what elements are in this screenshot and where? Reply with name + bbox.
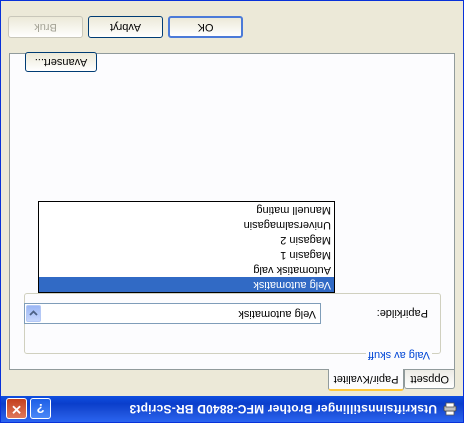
- advanced-button[interactable]: Avansert...: [25, 52, 97, 72]
- list-item[interactable]: Automatisk valg: [39, 262, 334, 277]
- help-button[interactable]: ?: [30, 398, 51, 420]
- printer-icon: [443, 402, 457, 416]
- paper-source-value: Velg automatisk: [238, 308, 316, 320]
- close-button[interactable]: ✕: [6, 398, 27, 420]
- apply-button[interactable]: Bruk: [8, 16, 83, 38]
- tab-oppsett[interactable]: Oppsett: [404, 370, 455, 389]
- tab-strip: Oppsett Papir/Kvalitet: [327, 369, 455, 391]
- paper-source-label: Papirkilde:: [376, 307, 428, 319]
- chevron-down-icon: [29, 310, 38, 317]
- ok-button[interactable]: OK: [168, 16, 243, 38]
- list-item[interactable]: Magasin 1: [39, 247, 334, 262]
- tab-papir-kvalitet[interactable]: Papir/Kvalitet: [327, 369, 405, 391]
- paper-source-select[interactable]: Velg automatisk: [24, 303, 321, 324]
- title-bar[interactable]: Utskriftsinnstillinger Brother MFC-8840D…: [1, 396, 463, 422]
- print-preferences-dialog: Utskriftsinnstillinger Brother MFC-8840D…: [0, 0, 464, 423]
- list-item[interactable]: Universalmagasin: [39, 217, 334, 232]
- list-item[interactable]: Manuell mating: [39, 202, 334, 217]
- tray-selection-group: Valg av skuff Papirkilde: Velg automatis…: [24, 293, 441, 361]
- cancel-button[interactable]: Avbryt: [88, 16, 163, 38]
- combo-dropdown-button[interactable]: [26, 305, 41, 322]
- group-title: Valg av skuff: [366, 349, 432, 361]
- tab-panel: Valg av skuff Papirkilde: Velg automatis…: [9, 52, 455, 370]
- close-icon: ✕: [11, 402, 22, 417]
- list-item[interactable]: Velg automatisk: [39, 277, 334, 292]
- help-icon: ?: [36, 401, 45, 417]
- screen-rotated-180: Utskriftsinnstillinger Brother MFC-8840D…: [0, 0, 464, 423]
- list-item[interactable]: Magasin 2: [39, 232, 334, 247]
- paper-source-dropdown-list: Velg automatisk Automatisk valg Magasin …: [38, 201, 335, 293]
- window-title: Utskriftsinnstillinger Brother MFC-8840D…: [129, 402, 437, 416]
